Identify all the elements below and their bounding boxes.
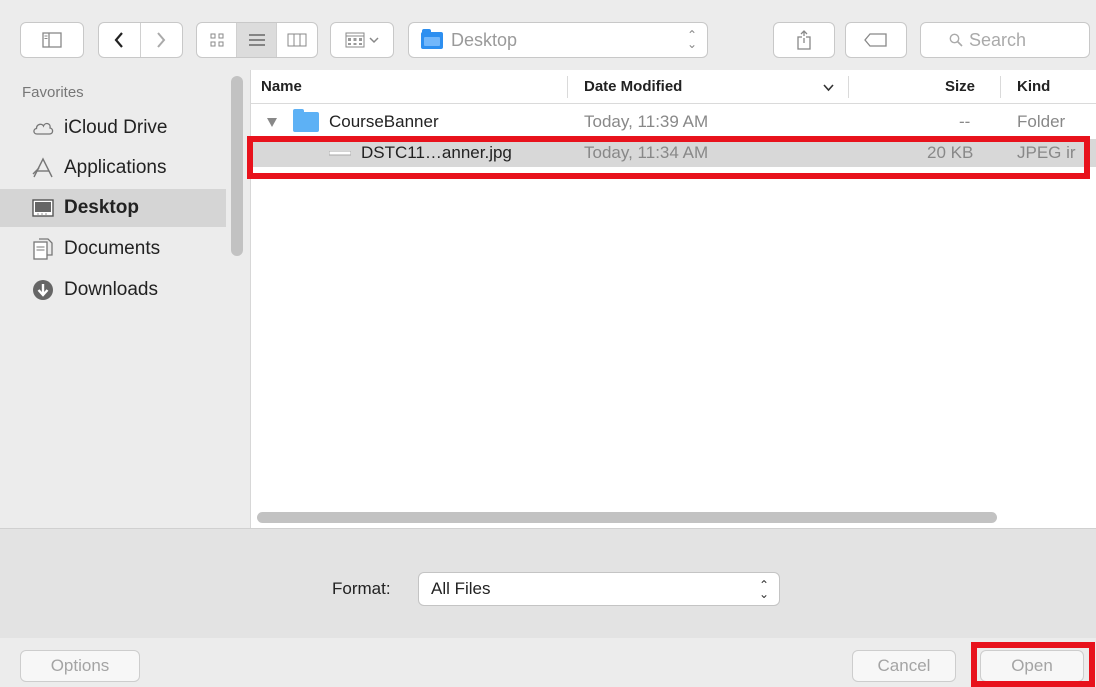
format-panel: Format: All Files ⌃ ⌄ [0,528,1096,638]
sidebar-item-desktop[interactable]: Desktop [0,189,226,227]
view-mode-buttons [196,22,318,58]
search-icon [949,33,963,47]
desktop-icon [32,197,54,219]
share-icon [797,30,811,50]
sidebar-item-label: iCloud Drive [64,117,168,138]
file-size: -- [959,112,971,131]
icon-view-button[interactable] [197,23,237,57]
chevron-right-icon [157,32,166,48]
sidebar-item-label: Downloads [64,279,158,300]
file-date: Today, 11:34 AM [584,143,709,162]
back-button[interactable] [99,23,141,57]
format-select[interactable]: All Files ⌃ ⌄ [418,572,780,606]
file-name: DSTC11…anner.jpg [361,143,512,162]
column-header: Name Date Modified Size Kind [251,70,1096,104]
sidebar-toggle-button[interactable] [20,22,84,58]
group-icon [345,32,365,48]
file-icon [329,151,351,156]
list-view-button[interactable] [237,23,277,57]
column-size[interactable]: Size [945,78,975,95]
chevron-down-icon [369,37,379,44]
folder-icon [293,109,319,132]
list-view-icon [248,34,265,46]
location-label: Desktop [451,29,518,50]
file-name: CourseBanner [329,112,439,131]
icon-view-icon [210,33,223,47]
file-row-selected[interactable]: DSTC11…anner.jpg Today, 11:34 AM 20 KB J… [251,139,1096,167]
file-kind: JPEG ir [1017,143,1076,162]
cloud-icon [32,117,54,139]
file-row-folder[interactable]: CourseBanner Today, 11:39 AM -- Folder [251,108,1096,136]
column-divider [848,76,849,98]
column-divider [567,76,568,98]
sidebar-item-label: Desktop [64,197,139,218]
sidebar: Favorites iCloud Drive Applications Desk… [0,70,248,528]
sidebar-item-documents[interactable]: Documents [0,230,226,268]
sidebar-item-downloads[interactable]: Downloads [0,271,226,309]
tag-button[interactable] [845,22,907,58]
column-view-icon [287,33,307,47]
share-button[interactable] [773,22,835,58]
sidebar-heading: Favorites [22,84,84,101]
updown-arrows-icon: ⌃ ⌄ [758,578,769,601]
format-value: All Files [431,579,491,598]
group-by-button[interactable] [330,22,394,58]
column-view-button[interactable] [277,23,317,57]
file-kind: Folder [1017,112,1066,131]
downloads-icon [32,279,54,301]
column-kind[interactable]: Kind [1017,78,1050,95]
toolbar: Desktop ⌃ ⌄ Search [0,0,1096,70]
tag-icon [864,33,887,47]
cancel-button[interactable]: Cancel [852,650,956,682]
search-placeholder: Search [969,29,1027,50]
file-size: 20 KB [927,143,974,162]
sidebar-item-icloud-drive[interactable]: iCloud Drive [0,109,226,147]
updown-arrows-icon: ⌃ ⌄ [686,28,697,51]
column-date-modified[interactable]: Date Modified [584,78,682,95]
file-date: Today, 11:39 AM [584,112,709,131]
format-label: Format: [332,579,391,598]
sidebar-icon [42,32,62,48]
sidebar-scrollbar[interactable] [231,76,243,256]
horizontal-scrollbar[interactable] [257,512,997,523]
column-divider [1000,76,1001,98]
options-button[interactable]: Options [20,650,140,682]
open-button[interactable]: Open [980,650,1084,682]
sidebar-item-applications[interactable]: Applications [0,149,226,187]
chevron-left-icon [114,32,124,48]
column-name[interactable]: Name [261,78,302,95]
file-list: Name Date Modified Size Kind CourseBanne… [250,70,1096,528]
bottom-bar: Options Cancel Open [0,638,1096,687]
location-popup[interactable]: Desktop ⌃ ⌄ [408,22,708,58]
applications-icon [32,157,54,179]
sidebar-item-label: Documents [64,238,161,259]
sidebar-item-label: Applications [64,157,167,178]
search-field[interactable]: Search [920,22,1090,58]
folder-icon [421,28,443,49]
forward-button[interactable] [141,23,183,57]
disclosure-triangle-icon[interactable] [267,118,277,127]
nav-buttons [98,22,183,58]
documents-icon [32,238,54,260]
sort-chevron-down-icon [823,84,834,92]
